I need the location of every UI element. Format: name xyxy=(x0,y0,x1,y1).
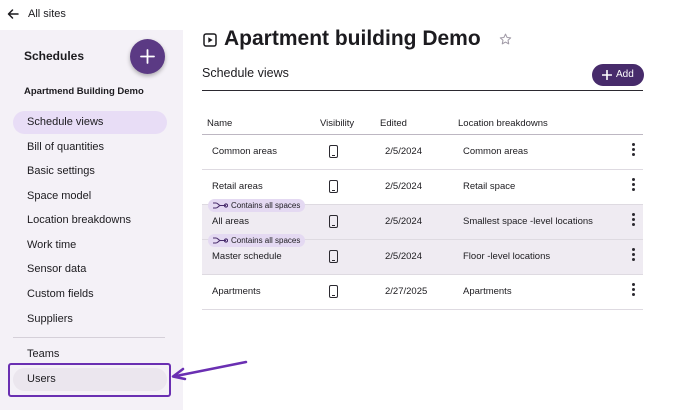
table-row[interactable]: Apartments 2/27/2025 Apartments xyxy=(202,275,643,310)
schedule-play-icon xyxy=(203,33,217,47)
more-options-icon[interactable] xyxy=(632,178,636,192)
row-edited: 2/27/2025 xyxy=(385,286,428,297)
row-edited: 2/5/2024 xyxy=(385,216,422,227)
more-options-icon[interactable] xyxy=(632,283,636,297)
mobile-visibility-icon xyxy=(329,285,338,298)
section-title: Schedule views xyxy=(202,66,289,80)
users-highlight-annotation xyxy=(8,363,171,397)
sidebar-item-basic-settings[interactable]: Basic settings xyxy=(13,160,167,183)
row-name: Master schedule xyxy=(212,251,282,262)
row-location: Retail space xyxy=(463,181,516,192)
sidebar-title: Schedules xyxy=(24,49,85,63)
sidebar: Schedules Apartmend Building Demo Schedu… xyxy=(0,30,183,410)
more-options-icon[interactable] xyxy=(632,213,636,227)
branch-icon xyxy=(213,237,228,244)
row-location: Apartments xyxy=(463,286,512,297)
row-name: Apartments xyxy=(212,286,261,297)
sidebar-item-bill-of-quantities[interactable]: Bill of quantities xyxy=(13,136,167,159)
mobile-visibility-icon xyxy=(329,215,338,228)
project-name: Apartmend Building Demo xyxy=(24,86,144,97)
badge-label: Contains all spaces xyxy=(231,201,301,210)
plus-icon xyxy=(602,70,612,80)
sidebar-item-work-time[interactable]: Work time xyxy=(13,234,167,257)
plus-icon xyxy=(140,49,155,64)
mobile-visibility-icon xyxy=(329,145,338,158)
row-edited: 2/5/2024 xyxy=(385,181,422,192)
main-content: Apartment building Demo Schedule views A… xyxy=(183,27,688,410)
column-header-visibility[interactable]: Visibility xyxy=(320,118,354,129)
table-header: Name Visibility Edited Location breakdow… xyxy=(202,107,643,135)
all-sites-link[interactable]: All sites xyxy=(28,8,66,20)
back-arrow-icon[interactable] xyxy=(6,7,20,21)
star-favorite-icon[interactable] xyxy=(499,33,512,46)
section-divider xyxy=(202,90,643,91)
table-row[interactable]: Common areas 2/5/2024 Common areas xyxy=(202,135,643,170)
row-name: Common areas xyxy=(212,146,277,157)
mobile-visibility-icon xyxy=(329,250,338,263)
page-title: Apartment building Demo xyxy=(224,27,481,50)
row-edited: 2/5/2024 xyxy=(385,146,422,157)
create-schedule-button[interactable] xyxy=(130,39,165,74)
row-name: All areas xyxy=(212,216,249,227)
sidebar-item-location-breakdowns[interactable]: Location breakdowns xyxy=(13,209,167,232)
sidebar-item-custom-fields[interactable]: Custom fields xyxy=(13,283,167,306)
sidebar-item-suppliers[interactable]: Suppliers xyxy=(13,308,167,331)
add-button-label: Add xyxy=(616,69,634,80)
badge-label: Contains all spaces xyxy=(231,236,301,245)
top-bar: All sites xyxy=(0,0,688,30)
schedule-views-table: Name Visibility Edited Location breakdow… xyxy=(202,107,643,310)
row-location: Common areas xyxy=(463,146,528,157)
branch-icon xyxy=(213,202,228,209)
sidebar-item-schedule-views[interactable]: Schedule views xyxy=(13,111,167,134)
contains-all-spaces-badge: Contains all spaces xyxy=(208,234,306,247)
more-options-icon[interactable] xyxy=(632,143,636,157)
column-header-name[interactable]: Name xyxy=(207,118,232,129)
mobile-visibility-icon xyxy=(329,180,338,193)
row-edited: 2/5/2024 xyxy=(385,251,422,262)
sidebar-item-sensor-data[interactable]: Sensor data xyxy=(13,258,167,281)
row-location: Floor -level locations xyxy=(463,251,551,262)
contains-all-spaces-badge: Contains all spaces xyxy=(208,199,306,212)
add-view-button[interactable]: Add xyxy=(592,64,644,86)
column-header-location-breakdowns[interactable]: Location breakdowns xyxy=(458,118,548,129)
table-row[interactable]: Contains all spaces Master schedule 2/5/… xyxy=(202,234,643,275)
sidebar-item-space-model[interactable]: Space model xyxy=(13,185,167,208)
sidebar-divider xyxy=(13,337,165,338)
more-options-icon[interactable] xyxy=(632,248,636,262)
row-location: Smallest space -level locations xyxy=(463,216,593,227)
column-header-edited[interactable]: Edited xyxy=(380,118,407,129)
row-name: Retail areas xyxy=(212,181,263,192)
